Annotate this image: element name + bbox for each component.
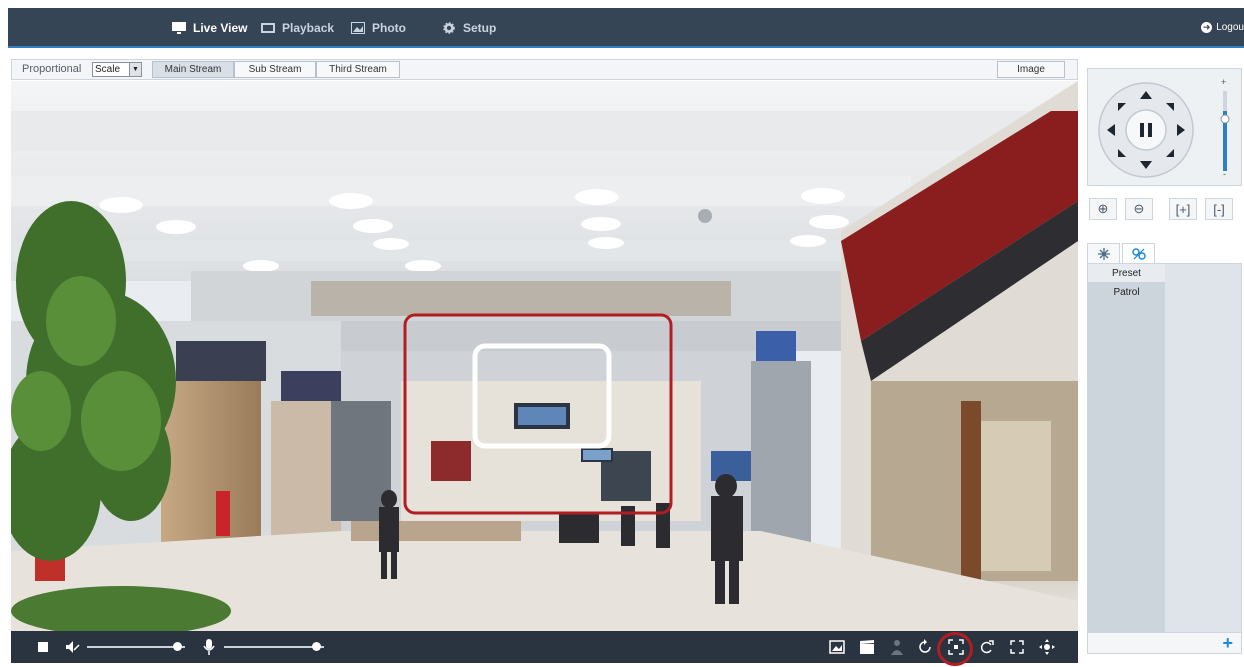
film-icon xyxy=(261,23,275,33)
focus-far-icon[interactable]: [-] xyxy=(1205,198,1233,220)
speed-slider-knob xyxy=(1220,114,1230,124)
nav-setup[interactable]: Setup xyxy=(442,8,496,48)
logout-icon: ➜ xyxy=(1201,21,1213,33)
mic-slider[interactable] xyxy=(224,646,324,648)
microphone-icon[interactable] xyxy=(201,639,217,655)
snapshot-icon[interactable] xyxy=(829,639,845,655)
nav-label-photo: Photo xyxy=(372,21,406,35)
preset-add-bar: + xyxy=(1087,632,1242,654)
mic-slider-knob[interactable] xyxy=(312,642,321,651)
preset-item[interactable]: Preset xyxy=(1088,264,1165,282)
nav-label-live-view: Live View xyxy=(193,21,248,35)
preset-tabs xyxy=(1087,243,1242,265)
clip-icon[interactable] xyxy=(859,639,875,655)
patrol-tab-icon[interactable] xyxy=(1122,243,1155,264)
video-scene xyxy=(11,81,1078,631)
nav-live-view[interactable]: Live View xyxy=(172,8,247,48)
area-zoom-icon[interactable] xyxy=(948,639,964,655)
main-stream-button[interactable]: Main Stream xyxy=(152,61,234,78)
nav-label-playback: Playback xyxy=(282,21,335,35)
logout-button[interactable]: ➜ Logou xyxy=(1201,8,1244,46)
pause-icon xyxy=(1140,123,1144,137)
person-icon[interactable] xyxy=(889,639,905,655)
volume-slider[interactable] xyxy=(87,646,185,648)
nav-playback[interactable]: Playback xyxy=(261,8,334,48)
image-button[interactable]: Image xyxy=(997,61,1065,78)
nav-photo[interactable]: Photo xyxy=(351,8,406,48)
preset-panel: Preset Patrol xyxy=(1087,263,1242,633)
zoom-out-region-icon[interactable] xyxy=(979,639,995,655)
ptz-zoom-focus-row: ⊕ ⊖ [+] [-] xyxy=(1087,194,1242,222)
top-navigation: Live View Playback Photo Setup ➜ Logou xyxy=(8,8,1244,48)
add-icon[interactable]: + xyxy=(1222,633,1233,653)
ptz-direction-pad xyxy=(1098,82,1230,178)
preset-tab-icon[interactable] xyxy=(1087,243,1120,264)
ptz-icon[interactable] xyxy=(1039,639,1055,655)
gear-icon xyxy=(443,22,455,34)
image-icon xyxy=(351,22,365,34)
logout-label: Logou xyxy=(1216,21,1244,33)
zoom-in-icon[interactable]: ⊕ xyxy=(1089,198,1117,220)
video-control-bar xyxy=(11,631,1078,666)
fullscreen-icon[interactable] xyxy=(1009,639,1025,655)
stream-toolbar: Proportional Scale ▼ Main Stream Sub Str… xyxy=(11,59,1078,80)
speed-minus-label: - xyxy=(1223,169,1226,179)
rotate-icon[interactable] xyxy=(917,639,933,655)
sub-stream-button[interactable]: Sub Stream xyxy=(234,61,316,78)
nav-label-setup: Setup xyxy=(463,21,497,35)
preset-side-list: Preset Patrol xyxy=(1088,264,1165,632)
focus-near-icon[interactable]: [+] xyxy=(1169,198,1197,220)
scale-select-value: Scale xyxy=(95,64,121,75)
app-root: Live View Playback Photo Setup ➜ Logou P… xyxy=(0,0,1244,667)
proportional-label: Proportional xyxy=(22,63,82,75)
zoom-out-icon[interactable]: ⊖ xyxy=(1125,198,1153,220)
patrol-item[interactable]: Patrol xyxy=(1088,283,1165,301)
monitor-icon xyxy=(172,22,186,34)
chevron-down-icon: ▼ xyxy=(129,63,141,76)
volume-slider-knob[interactable] xyxy=(173,642,182,651)
live-video-view[interactable] xyxy=(11,81,1078,631)
third-stream-button[interactable]: Third Stream xyxy=(316,61,400,78)
speaker-mute-icon[interactable] xyxy=(64,639,80,655)
scale-select[interactable]: Scale ▼ xyxy=(92,62,142,77)
ptz-direction-panel: + - xyxy=(1087,68,1242,186)
stop-icon[interactable] xyxy=(35,639,51,655)
speed-plus-label: + xyxy=(1221,77,1227,87)
